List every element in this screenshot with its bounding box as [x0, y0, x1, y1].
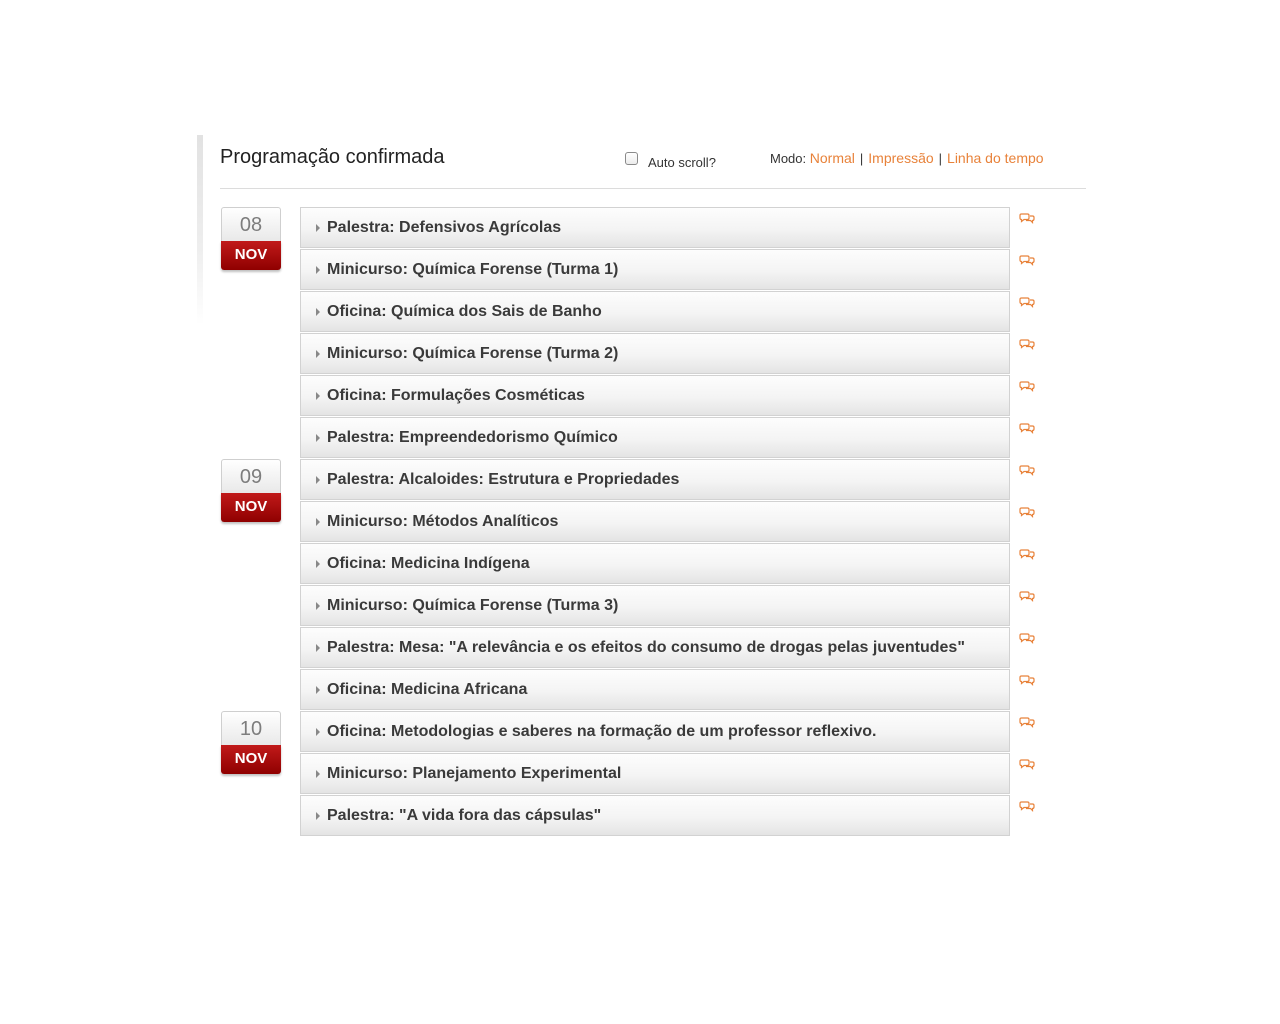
event-title: Minicurso: Planejamento Experimental — [327, 764, 622, 782]
expand-arrow-icon — [316, 685, 320, 694]
expand-arrow-icon — [316, 559, 320, 568]
event-item[interactable]: Palestra: "A vida fora das cápsulas" — [300, 795, 1010, 836]
date-badge: 08 NOV — [221, 207, 281, 271]
expand-arrow-icon — [316, 223, 320, 232]
autoscroll-label: Auto scroll? — [648, 155, 716, 170]
comment-icon[interactable] — [1019, 590, 1035, 602]
event-row: Oficina: Química dos Sais de Banho — [300, 291, 1060, 333]
event-row: Minicurso: Química Forense (Turma 3) — [300, 585, 1060, 627]
event-item[interactable]: Palestra: Alcaloides: Estrutura e Propri… — [300, 459, 1010, 500]
comment-icon[interactable] — [1019, 296, 1035, 308]
date-month: NOV — [221, 745, 281, 774]
date-badge: 10 NOV — [221, 711, 281, 775]
expand-arrow-icon — [316, 811, 320, 820]
autoscroll-checkbox[interactable] — [625, 152, 638, 165]
comment-icon[interactable] — [1019, 632, 1035, 644]
event-row: Oficina: Formulações Cosméticas — [300, 375, 1060, 417]
comment-icon[interactable] — [1019, 674, 1035, 686]
event-title: Oficina: Química dos Sais de Banho — [327, 302, 602, 320]
mode-label: Modo: — [770, 151, 807, 166]
mode-normal-link[interactable]: Normal — [810, 150, 855, 166]
event-title: Minicurso: Química Forense (Turma 1) — [327, 260, 619, 278]
autoscroll-toggle[interactable]: Auto scroll? — [625, 151, 716, 170]
comment-icon[interactable] — [1019, 254, 1035, 266]
event-title: Oficina: Formulações Cosméticas — [327, 386, 585, 404]
comment-icon[interactable] — [1019, 716, 1035, 728]
header: Programação confirmada Auto scroll? Modo… — [220, 135, 1086, 189]
event-title: Palestra: Defensivos Agrícolas — [327, 218, 562, 236]
event-item[interactable]: Minicurso: Métodos Analíticos — [300, 501, 1010, 542]
comment-icon[interactable] — [1019, 800, 1035, 812]
event-row: Oficina: Metodologias e saberes na forma… — [300, 711, 1060, 753]
event-item[interactable]: Minicurso: Química Forense (Turma 3) — [300, 585, 1010, 626]
event-item[interactable]: Minicurso: Química Forense (Turma 2) — [300, 333, 1010, 374]
event-item[interactable]: Palestra: Mesa: "A relevância e os efeit… — [300, 627, 1010, 668]
date-day: 08 — [221, 207, 281, 241]
date-month: NOV — [221, 493, 281, 522]
page: Programação confirmada Auto scroll? Modo… — [0, 0, 1280, 1024]
event-row: Oficina: Medicina Africana — [300, 669, 1060, 711]
event-row: Minicurso: Química Forense (Turma 1) — [300, 249, 1060, 291]
event-item[interactable]: Minicurso: Planejamento Experimental — [300, 753, 1010, 794]
event-row: Minicurso: Planejamento Experimental — [300, 753, 1060, 795]
expand-arrow-icon — [316, 475, 320, 484]
expand-arrow-icon — [316, 265, 320, 274]
comment-icon[interactable] — [1019, 758, 1035, 770]
event-title: Palestra: "A vida fora das cápsulas" — [327, 806, 602, 824]
mode-separator: | — [938, 151, 943, 166]
expand-arrow-icon — [316, 769, 320, 778]
expand-arrow-icon — [316, 643, 320, 652]
expand-arrow-icon — [316, 391, 320, 400]
page-title: Programação confirmada — [220, 146, 445, 168]
event-row: Palestra: Empreendedorismo Químico — [300, 417, 1060, 459]
date-month: NOV — [221, 241, 281, 270]
event-row: Palestra: Defensivos Agrícolas — [300, 207, 1060, 249]
event-title: Palestra: Empreendedorismo Químico — [327, 428, 618, 446]
event-item[interactable]: Oficina: Medicina Indígena — [300, 543, 1010, 584]
comment-icon[interactable] — [1019, 464, 1035, 476]
event-row: Minicurso: Química Forense (Turma 2) — [300, 333, 1060, 375]
event-title: Oficina: Medicina Africana — [327, 680, 528, 698]
date-day: 09 — [221, 459, 281, 493]
event-title: Minicurso: Métodos Analíticos — [327, 512, 559, 530]
mode-selector: Modo: Normal | Impressão | Linha do tempo — [770, 150, 1044, 166]
event-item[interactable]: Oficina: Metodologias e saberes na forma… — [300, 711, 1010, 752]
expand-arrow-icon — [316, 517, 320, 526]
date-badge: 09 NOV — [221, 459, 281, 523]
event-item[interactable]: Minicurso: Química Forense (Turma 1) — [300, 249, 1010, 290]
event-title: Palestra: Alcaloides: Estrutura e Propri… — [327, 470, 680, 488]
event-title: Minicurso: Química Forense (Turma 2) — [327, 344, 619, 362]
mode-print-link[interactable]: Impressão — [868, 150, 933, 166]
event-title: Minicurso: Química Forense (Turma 3) — [327, 596, 619, 614]
comment-icon[interactable] — [1019, 338, 1035, 350]
mode-separator: | — [859, 151, 864, 166]
expand-arrow-icon — [316, 433, 320, 442]
event-row: Palestra: Alcaloides: Estrutura e Propri… — [300, 459, 1060, 501]
event-title: Palestra: Mesa: "A relevância e os efeit… — [327, 638, 965, 656]
event-item[interactable]: Palestra: Defensivos Agrícolas — [300, 207, 1010, 248]
comment-icon[interactable] — [1019, 506, 1035, 518]
event-title: Oficina: Metodologias e saberes na forma… — [327, 722, 877, 740]
event-row: Palestra: "A vida fora das cápsulas" — [300, 795, 1060, 837]
event-row: Palestra: Mesa: "A relevância e os efeit… — [300, 627, 1060, 669]
event-item[interactable]: Oficina: Química dos Sais de Banho — [300, 291, 1010, 332]
expand-arrow-icon — [316, 307, 320, 316]
event-item[interactable]: Oficina: Medicina Africana — [300, 669, 1010, 710]
event-row: Minicurso: Métodos Analíticos — [300, 501, 1060, 543]
expand-arrow-icon — [316, 727, 320, 736]
event-row: Oficina: Medicina Indígena — [300, 543, 1060, 585]
side-shadow — [197, 135, 203, 325]
date-day: 10 — [221, 711, 281, 745]
event-title: Oficina: Medicina Indígena — [327, 554, 530, 572]
comment-icon[interactable] — [1019, 380, 1035, 392]
comment-icon[interactable] — [1019, 548, 1035, 560]
comment-icon[interactable] — [1019, 212, 1035, 224]
expand-arrow-icon — [316, 601, 320, 610]
expand-arrow-icon — [316, 349, 320, 358]
mode-timeline-link[interactable]: Linha do tempo — [947, 150, 1044, 166]
event-item[interactable]: Oficina: Formulações Cosméticas — [300, 375, 1010, 416]
event-item[interactable]: Palestra: Empreendedorismo Químico — [300, 417, 1010, 458]
event-list: Palestra: Defensivos Agrícolas Minicurso:… — [300, 207, 1060, 837]
comment-icon[interactable] — [1019, 422, 1035, 434]
